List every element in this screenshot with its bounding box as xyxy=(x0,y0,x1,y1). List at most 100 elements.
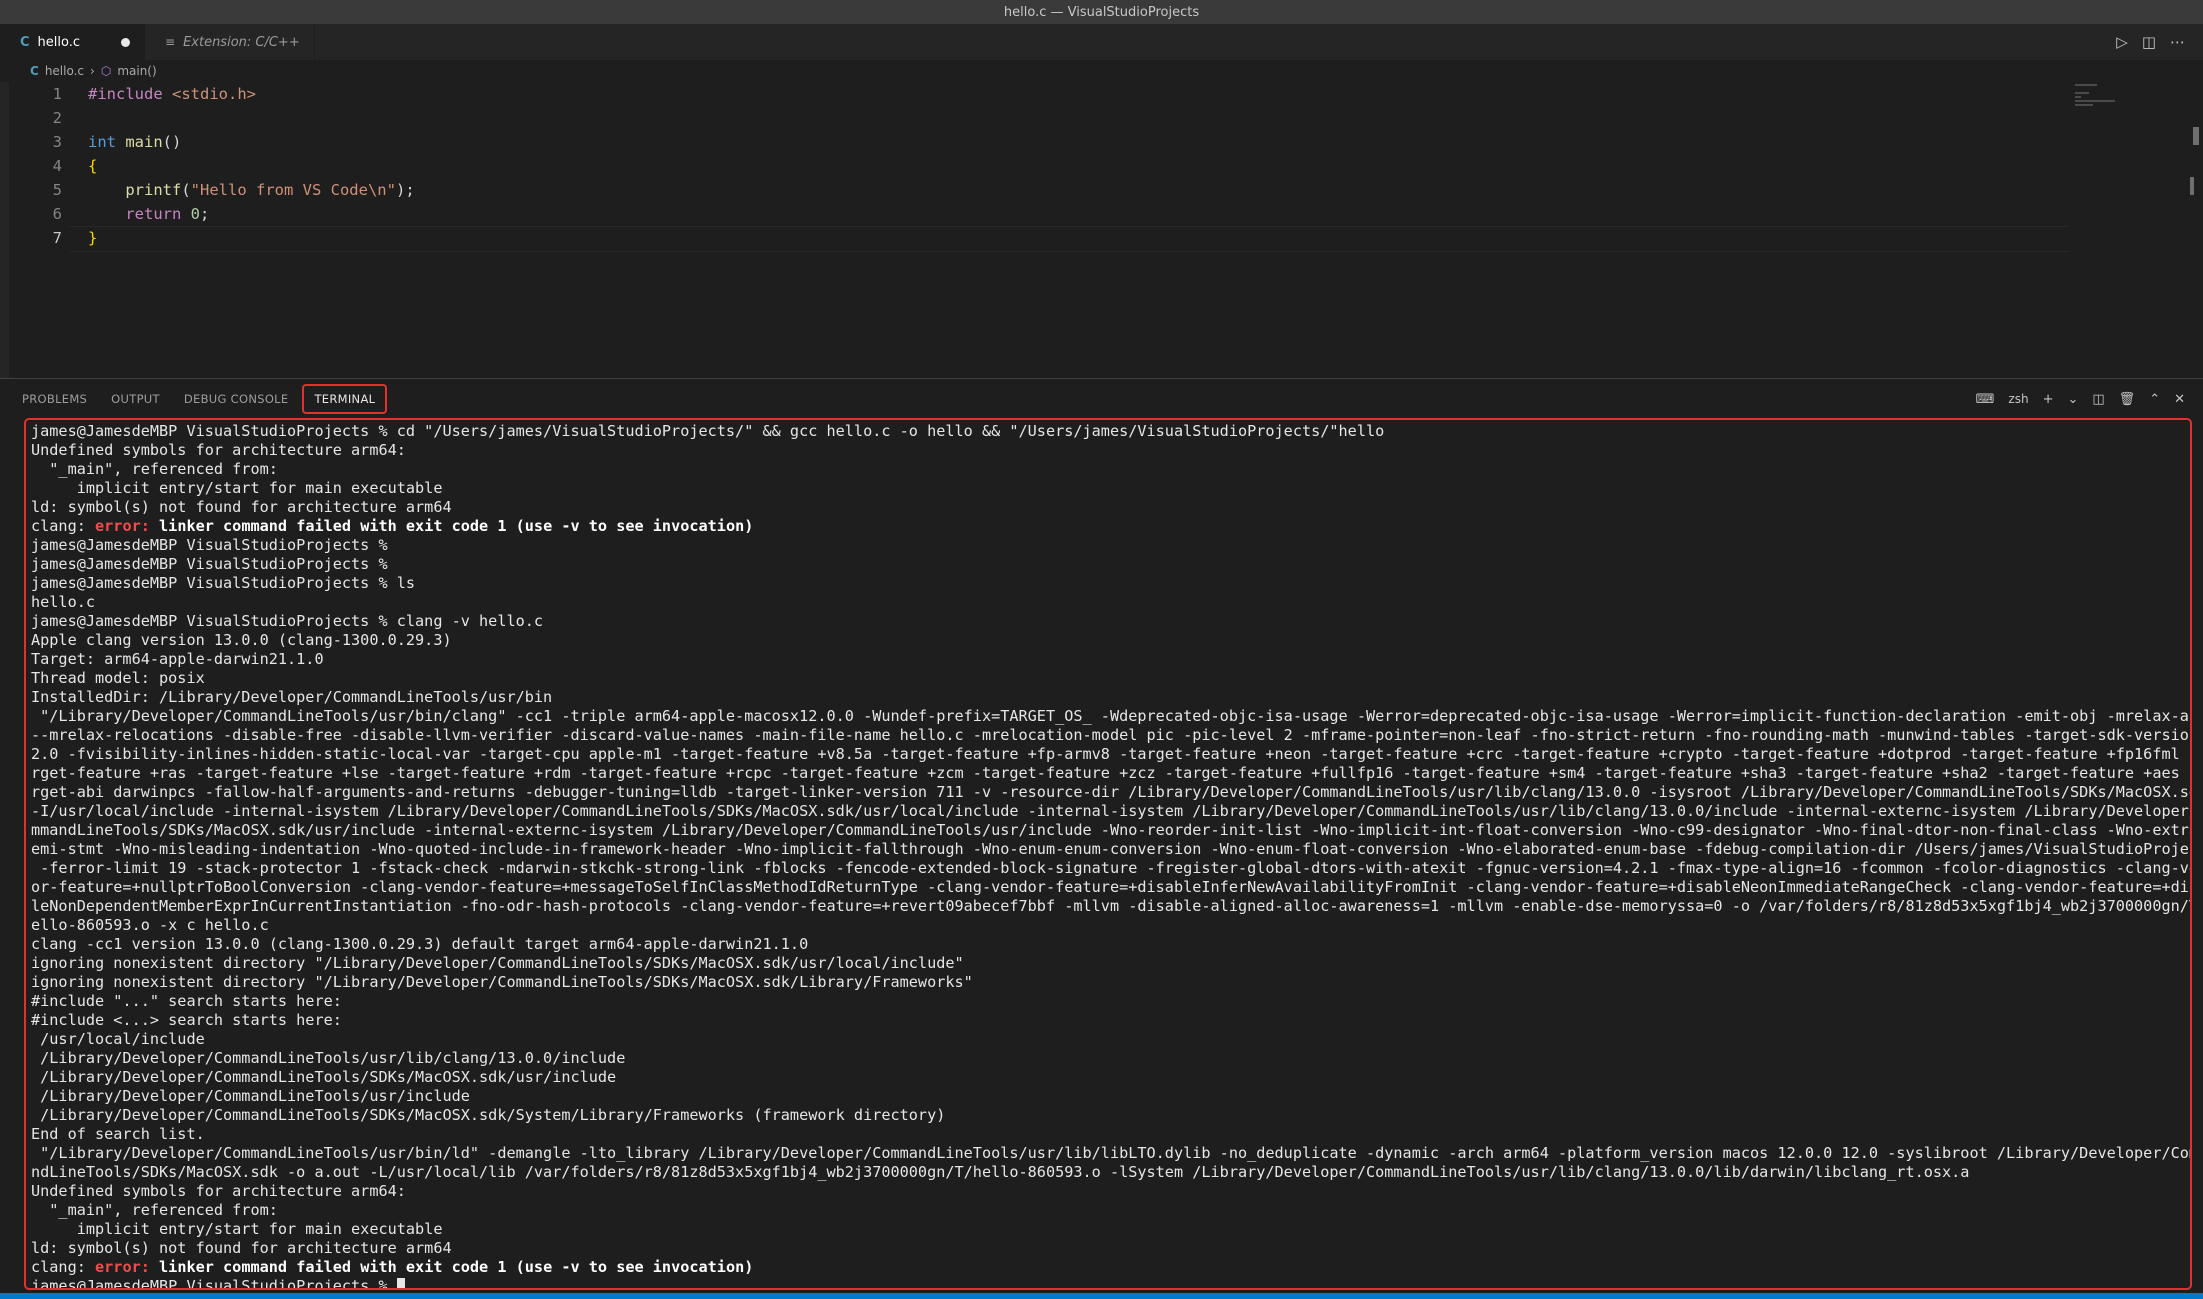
terminal-line: --mrelax-relocations -disable-free -disa… xyxy=(31,726,2190,744)
breadcrumb-file[interactable]: hello.c xyxy=(45,64,84,78)
terminal-line: clang -cc1 version 13.0.0 (clang-1300.0.… xyxy=(31,935,809,953)
terminal-line: ndLineTools/SDKs/MacOSX.sdk -o a.out -L/… xyxy=(31,1163,1970,1181)
line-number: 3 xyxy=(52,133,62,151)
code-line[interactable]: 7} xyxy=(0,226,2080,250)
terminal-line: james@JamesdeMBP VisualStudioProjects % xyxy=(31,1277,2190,1288)
terminal-line: /usr/local/include xyxy=(31,1030,205,1048)
terminal-line: ignoring nonexistent directory "/Library… xyxy=(31,954,964,972)
terminal-line: /Library/Developer/CommandLineTools/usr/… xyxy=(31,1049,626,1067)
c-file-icon: C xyxy=(30,64,39,78)
terminal-line: james@JamesdeMBP VisualStudioProjects % … xyxy=(31,612,544,630)
editor-scrollbar[interactable] xyxy=(2193,127,2199,145)
maximize-panel-icon[interactable]: ⌃ xyxy=(2149,392,2160,407)
code-line[interactable]: 4{ xyxy=(0,154,2080,178)
code-line[interactable]: 6 return 0; xyxy=(0,202,2080,226)
function-symbol-icon: ⬡ xyxy=(100,64,112,78)
terminal-line: james@JamesdeMBP VisualStudioProjects % … xyxy=(31,422,1385,440)
terminal-line: emi-stmt -Wno-misleading-indentation -Wn… xyxy=(31,840,2190,858)
terminal-line: -I/usr/local/include -internal-isystem /… xyxy=(31,802,2190,820)
tab-terminal[interactable]: TERMINAL xyxy=(302,383,388,414)
code-text: } xyxy=(88,229,98,247)
line-number: 2 xyxy=(52,109,62,127)
terminal-line: hello.c xyxy=(31,593,96,611)
split-terminal-icon[interactable]: ◫ xyxy=(2092,392,2104,407)
code-line[interactable]: 1 #include <stdio.h> xyxy=(0,82,2080,106)
terminal-line: mmandLineTools/SDKs/MacOSX.sdk/usr/inclu… xyxy=(31,821,2190,839)
run-icon[interactable]: ▷ xyxy=(2116,33,2128,51)
terminal-line: InstalledDir: /Library/Developer/Command… xyxy=(31,688,553,706)
extension-icon: ≡ xyxy=(165,35,176,49)
trash-icon[interactable]: 🗑 xyxy=(2119,392,2136,407)
terminal-line: #include <...> search starts here: xyxy=(31,1011,342,1029)
code-text: return 0; xyxy=(125,205,210,223)
tab-hello-c[interactable]: C hello.c xyxy=(0,24,145,60)
terminal-line: clang: error: linker command failed with… xyxy=(31,1258,754,1276)
line-number: 6 xyxy=(52,205,62,223)
terminal-line: #include "..." search starts here: xyxy=(31,992,342,1010)
code-text: printf("Hello from VS Code\n"); xyxy=(125,181,415,199)
code-text: { xyxy=(88,157,98,175)
c-file-icon: C xyxy=(20,34,30,50)
terminal-line: james@JamesdeMBP VisualStudioProjects % … xyxy=(31,574,416,592)
panel-header: PROBLEMS OUTPUT DEBUG CONSOLE TERMINAL ⌨… xyxy=(0,378,2203,418)
breadcrumb: C hello.c › ⬡ main() xyxy=(0,60,2203,82)
editor-actions: ▷ ◫ ⋯ xyxy=(2116,24,2203,60)
terminal-line: ld: symbol(s) not found for architecture… xyxy=(31,498,452,516)
tab-extension-cpp[interactable]: ≡ Extension: C/C++ xyxy=(145,24,315,60)
minimap[interactable] xyxy=(2075,84,2185,114)
line-number: 1 xyxy=(52,85,62,103)
terminal-line: leNonDependentMemberExprInCurrentInstant… xyxy=(31,897,2190,915)
line-number: 7 xyxy=(52,229,62,247)
breadcrumb-symbol[interactable]: main() xyxy=(117,64,156,78)
new-terminal-icon[interactable]: + xyxy=(2043,392,2054,407)
editor-scrollbar-marker xyxy=(2190,177,2194,195)
terminal-line: clang: error: linker command failed with… xyxy=(31,517,754,535)
terminal-line: Undefined symbols for architecture arm64… xyxy=(31,1182,406,1200)
chevron-down-icon[interactable]: ⌄ xyxy=(2067,392,2078,407)
terminal-line: Undefined symbols for architecture arm64… xyxy=(31,441,406,459)
terminal-output[interactable]: james@JamesdeMBP VisualStudioProjects % … xyxy=(24,418,2192,1290)
terminal-shell-icon: ⌨ xyxy=(1975,391,1995,407)
terminal-line: james@JamesdeMBP VisualStudioProjects % xyxy=(31,555,388,573)
tab-label: Extension: C/C++ xyxy=(183,34,300,50)
split-editor-icon[interactable]: ◫ xyxy=(2142,33,2156,51)
tab-problems[interactable]: PROBLEMS xyxy=(22,392,87,406)
close-icon[interactable]: ✕ xyxy=(2174,392,2185,407)
code-line[interactable]: 5 printf("Hello from VS Code\n"); xyxy=(0,178,2080,202)
terminal-line: End of search list. xyxy=(31,1125,205,1143)
terminal-shell-label[interactable]: zsh xyxy=(2008,392,2028,406)
terminal-line: Apple clang version 13.0.0 (clang-1300.0… xyxy=(31,631,452,649)
terminal-line: /Library/Developer/CommandLineTools/SDKs… xyxy=(31,1068,617,1086)
window-title: hello.c — VisualStudioProjects xyxy=(1003,4,1200,20)
terminal-line: rget-feature +ras -target-feature +lse -… xyxy=(31,764,2190,782)
line-number: 5 xyxy=(52,181,62,199)
line-number: 4 xyxy=(52,157,62,175)
terminal-line: /Library/Developer/CommandLineTools/usr/… xyxy=(31,1087,470,1105)
terminal-line: "/Library/Developer/CommandLineTools/usr… xyxy=(31,707,2190,725)
terminal-line: rget-abi darwinpcs -fallow-half-argument… xyxy=(31,783,2190,801)
terminal-line: "/Library/Developer/CommandLineTools/usr… xyxy=(31,1144,2190,1162)
terminal-line: implicit entry/start for main executable xyxy=(31,479,443,497)
code-editor[interactable]: 1 #include <stdio.h> 2 3 int main() 4{5 print… xyxy=(0,82,2203,378)
terminal-line: Thread model: posix xyxy=(31,669,205,687)
panel-actions: ⌨ zsh + ⌄ ◫ 🗑 ⌃ ✕ xyxy=(1976,379,2185,419)
more-actions-icon[interactable]: ⋯ xyxy=(2170,33,2185,51)
code-line[interactable]: 3 int main() xyxy=(0,130,2080,154)
unsaved-dot-icon[interactable] xyxy=(121,37,130,47)
code-text: #include <stdio.h> xyxy=(88,85,256,103)
tab-output[interactable]: OUTPUT xyxy=(111,392,160,406)
code-text: int main() xyxy=(88,133,182,151)
terminal-line: implicit entry/start for main executable xyxy=(31,1220,443,1238)
tab-label: hello.c xyxy=(37,34,81,50)
status-bar xyxy=(0,1293,2203,1299)
terminal-line: ld: symbol(s) not found for architecture… xyxy=(31,1239,452,1257)
terminal-line: "_main", referenced from: xyxy=(31,1201,278,1219)
terminal-line: ello-860593.o -x c hello.c xyxy=(31,916,269,934)
terminal-line: 2.0 -fvisibility-inlines-hidden-static-l… xyxy=(31,745,2190,763)
code-line[interactable]: 2 xyxy=(0,106,2080,130)
terminal-line: ignoring nonexistent directory "/Library… xyxy=(31,973,973,991)
terminal-line: Target: arm64-apple-darwin21.1.0 xyxy=(31,650,324,668)
terminal-cursor xyxy=(396,1278,405,1288)
tab-debug-console[interactable]: DEBUG CONSOLE xyxy=(184,392,289,406)
breadcrumb-separator: › xyxy=(90,64,95,78)
